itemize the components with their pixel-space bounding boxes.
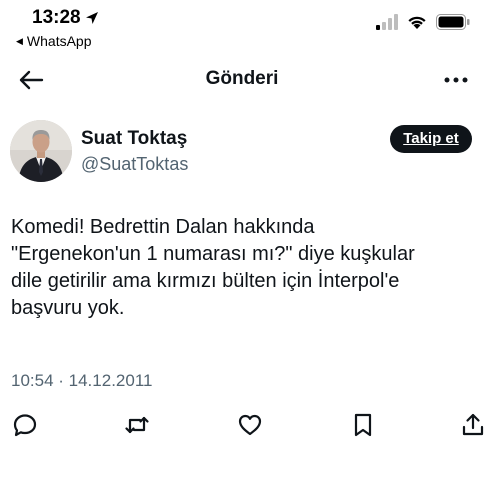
author-name[interactable]: Suat Toktaş (81, 128, 187, 150)
page-title: Gönderi (205, 68, 279, 89)
tweet-text-line: dile getirilir ama kırmızı bülten için İ… (11, 270, 400, 292)
wifi-icon (408, 16, 426, 29)
battery-icon (436, 14, 470, 30)
avatar-image (10, 120, 72, 182)
more-options-icon[interactable] (442, 68, 470, 92)
status-bar: 13:28 ◀ WhatsApp (0, 0, 484, 52)
back-app-label: WhatsApp (26, 33, 92, 49)
bookmark-icon[interactable] (350, 412, 376, 438)
share-icon[interactable] (460, 412, 484, 438)
back-triangle-icon: ◀ (16, 35, 23, 46)
tweet-timestamp[interactable]: 10:54 · 14.12.2011 (11, 371, 152, 391)
tweet-text: Komedi! Bedrettin Dalan hakkında "Ergene… (11, 214, 476, 322)
back-to-app-link[interactable]: ◀ WhatsApp (16, 33, 92, 49)
reply-icon[interactable] (12, 412, 38, 438)
tweet-text-line: başvuru yok. (11, 297, 125, 319)
like-icon[interactable] (237, 412, 263, 438)
avatar[interactable] (10, 120, 72, 182)
cellular-signal-icon (376, 14, 398, 30)
tweet-text-line: "Ergenekon'un 1 numarası mı?" diye kuşku… (11, 243, 415, 265)
tweet-text-line: Komedi! Bedrettin Dalan hakkında (11, 216, 315, 238)
retweet-icon[interactable] (124, 412, 150, 438)
status-time-text: 13:28 (32, 7, 81, 28)
tweet-actions-bar (0, 412, 484, 442)
author-handle[interactable]: @SuatToktas (81, 154, 188, 175)
status-indicators (376, 14, 470, 30)
location-arrow-icon (85, 12, 98, 24)
nav-header: Gönderi (0, 60, 484, 100)
follow-button[interactable]: Takip et (390, 125, 472, 153)
status-time: 13:28 (32, 7, 100, 29)
